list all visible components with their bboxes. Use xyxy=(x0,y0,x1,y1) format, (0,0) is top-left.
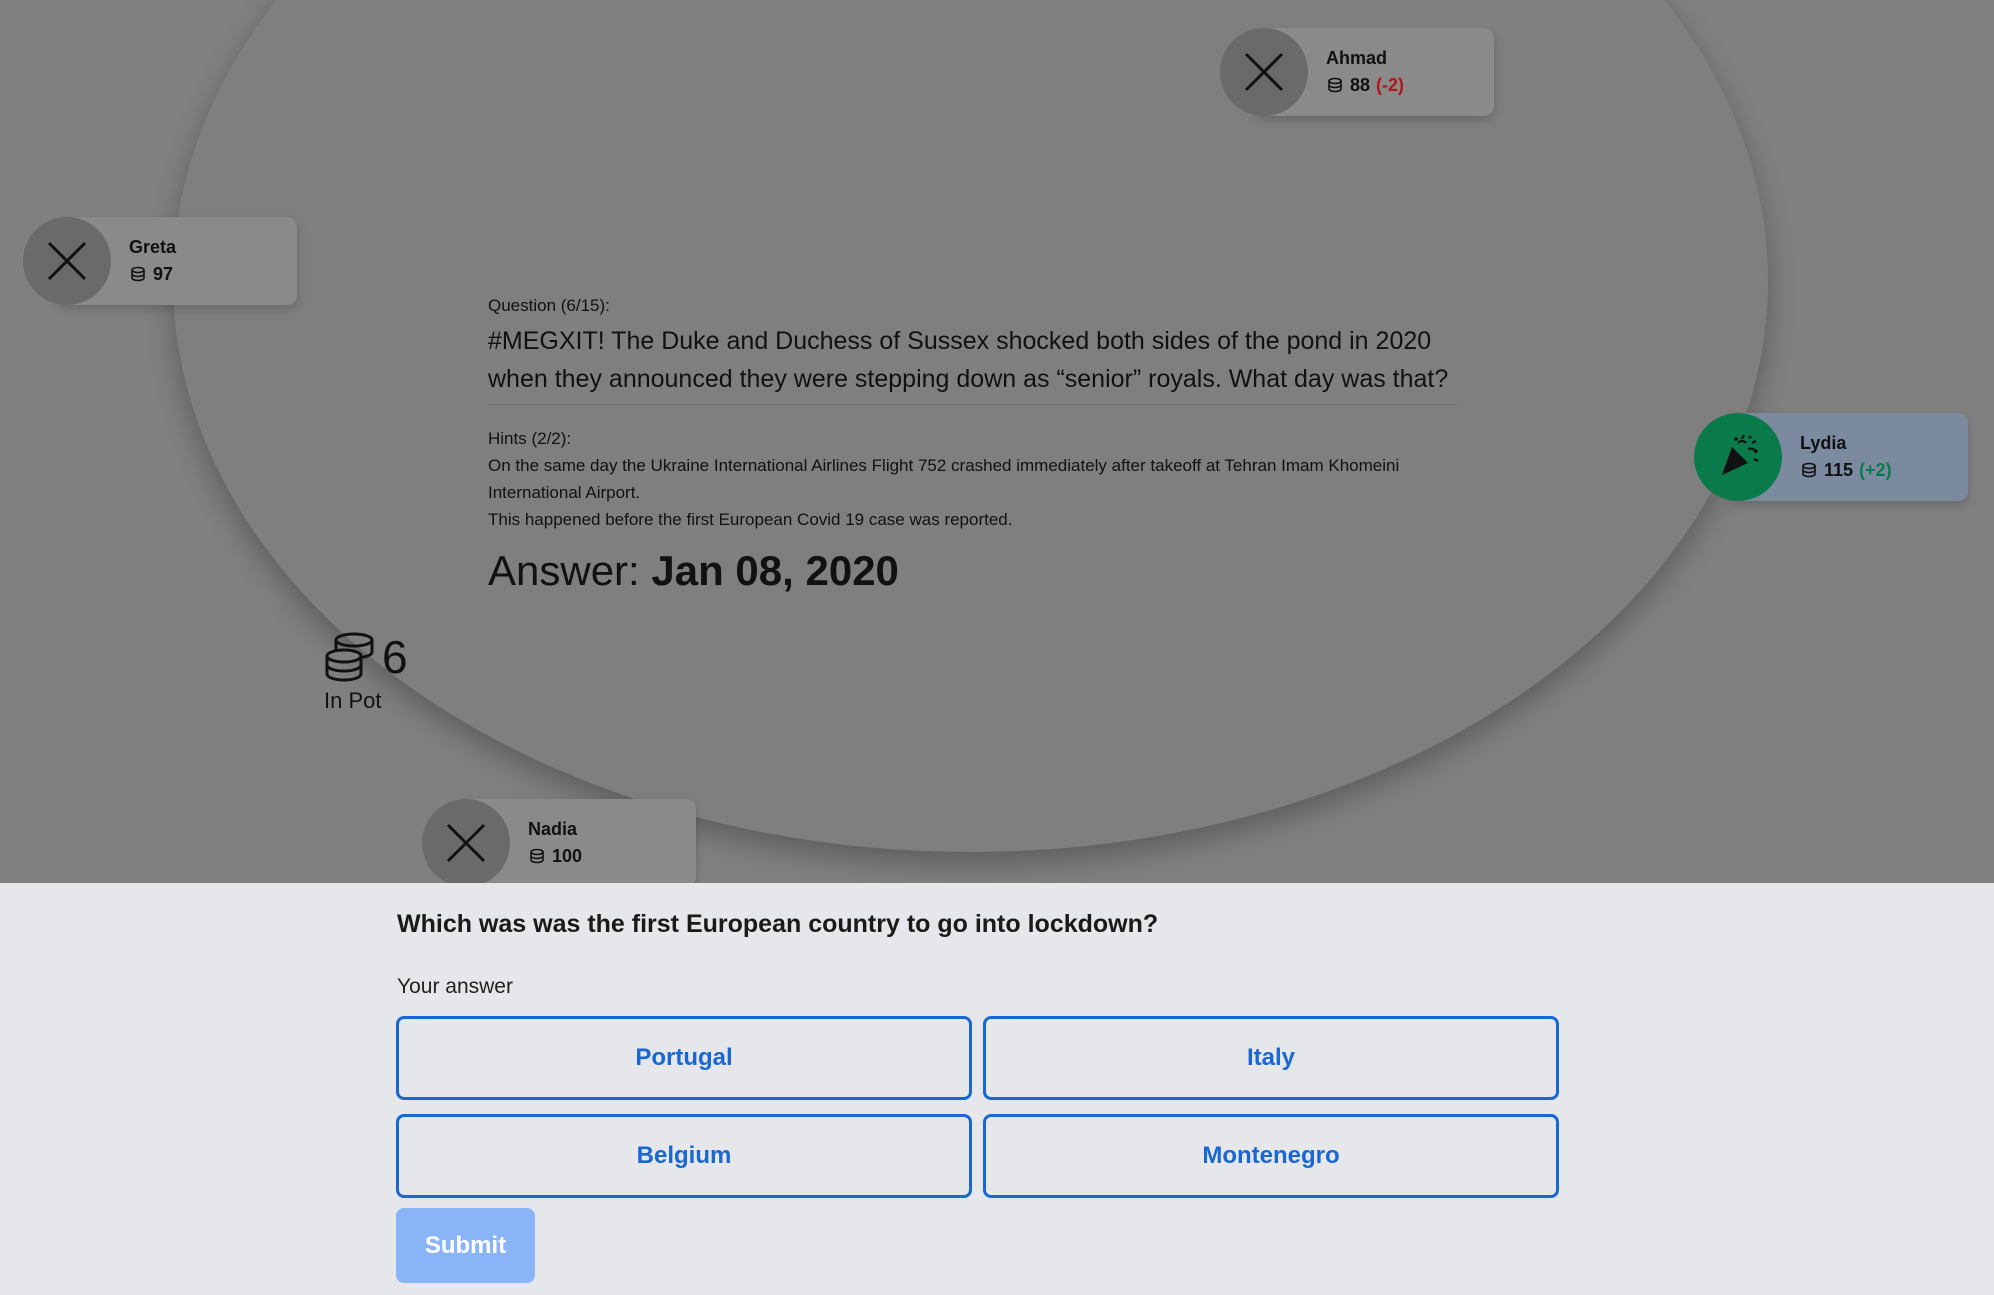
answer-prefix: Answer: xyxy=(488,547,652,594)
pot-label: In Pot xyxy=(324,688,382,713)
coins-icon xyxy=(530,848,544,863)
avatar xyxy=(1220,28,1308,116)
player-chips: 88 xyxy=(1350,75,1371,95)
x-icon xyxy=(47,241,87,281)
player-name: Greta xyxy=(129,237,177,257)
answer-value: Jan 08, 2020 xyxy=(651,547,899,594)
player-nadia: Nadia 100 xyxy=(422,799,696,883)
coins-icon xyxy=(131,266,145,281)
player-name: Lydia xyxy=(1800,433,1847,453)
avatar xyxy=(1694,413,1782,501)
option-italy[interactable]: Italy xyxy=(983,1016,1559,1100)
hint-text: On the same day the Ukraine Internationa… xyxy=(488,456,1400,502)
player-lydia: Lydia 115 (+2) xyxy=(1694,413,1968,501)
avatar xyxy=(23,217,111,305)
player-chips: 115 xyxy=(1824,460,1854,480)
player-chips: 97 xyxy=(153,264,174,284)
option-portugal[interactable]: Portugal xyxy=(396,1016,972,1100)
question-label: Question (6/15): xyxy=(488,296,610,315)
submit-button[interactable]: Submit xyxy=(396,1208,535,1283)
player-chip-delta: (-2) xyxy=(1376,75,1405,95)
x-icon xyxy=(446,823,486,863)
player-chip-delta: (+2) xyxy=(1859,460,1892,480)
player-chips: 100 xyxy=(552,846,583,866)
option-montenegro[interactable]: Montenegro xyxy=(983,1114,1559,1198)
current-question: Which was was the first European country… xyxy=(397,910,1159,938)
coins-icon xyxy=(325,632,374,682)
your-answer-label: Your answer xyxy=(397,975,513,998)
hints-label: Hints (2/2): xyxy=(488,429,572,448)
player-greta: Greta 97 xyxy=(23,217,297,305)
pot: 6 In Pot xyxy=(324,630,408,714)
avatar xyxy=(422,799,510,883)
question-text: #MEGXIT! The Duke and Duchess of Sussex … xyxy=(488,327,1449,393)
question-block: Question (6/15): #MEGXIT! The Duke and D… xyxy=(488,296,1458,595)
option-belgium[interactable]: Belgium xyxy=(396,1114,972,1198)
x-icon xyxy=(1244,52,1284,92)
pot-amount: 6 xyxy=(382,631,408,683)
player-ahmad: Ahmad 88 (-2) xyxy=(1220,28,1494,116)
player-name: Ahmad xyxy=(1326,48,1388,68)
game-table-area: Ahmad 88 (-2) Greta 97 Lydia 115 (+2) Na… xyxy=(0,0,1994,883)
player-name: Nadia xyxy=(528,819,578,839)
coins-icon xyxy=(1328,77,1342,92)
hint-text: This happened before the first European … xyxy=(488,510,1013,529)
revealed-answer: Answer: Jan 08, 2020 xyxy=(488,547,1458,595)
party-popper-icon xyxy=(1722,434,1759,475)
divider xyxy=(488,404,1458,405)
coins-icon xyxy=(1802,462,1816,477)
answer-panel: Which was was the first European country… xyxy=(0,883,1994,1295)
